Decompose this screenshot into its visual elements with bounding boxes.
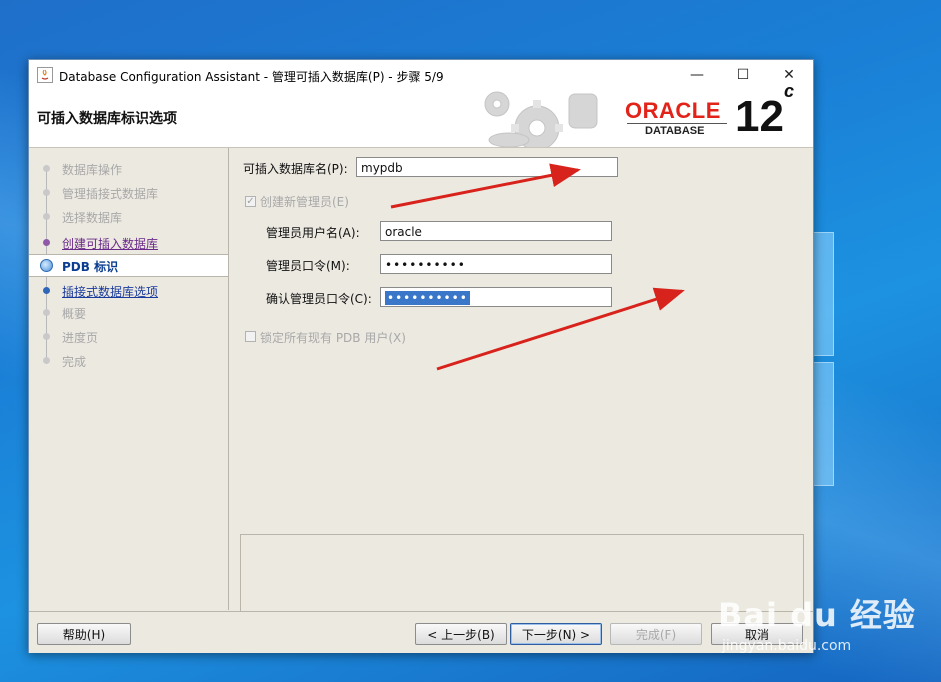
baidu-watermark: Bai du 经验 jingyan.baidu.com <box>718 590 916 654</box>
annotation-arrows <box>390 163 685 371</box>
annotation-arrow-2 <box>436 287 685 371</box>
watermark-brand: Bai du 经验 <box>718 596 916 634</box>
watermark-url: jingyan.baidu.com <box>722 638 852 654</box>
annotation-arrow-1 <box>390 163 581 209</box>
